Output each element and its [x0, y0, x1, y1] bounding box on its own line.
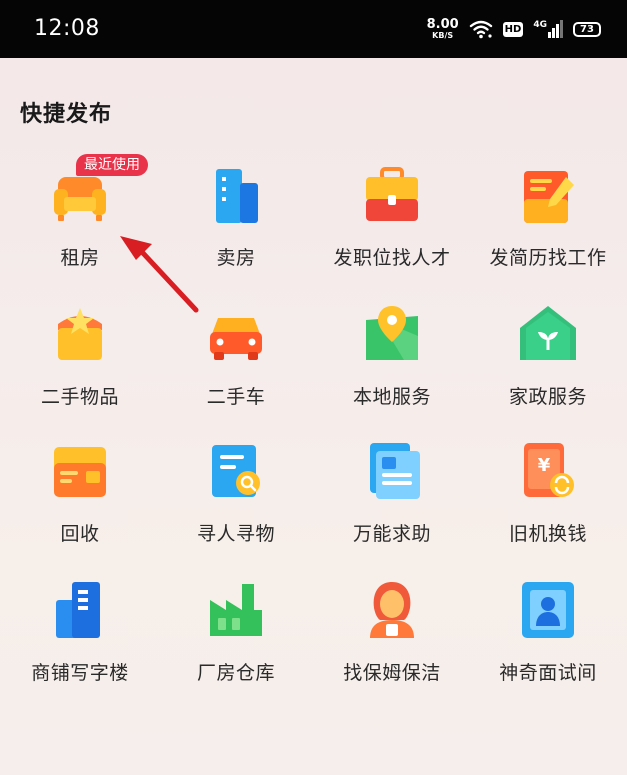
grid-item-label: 发职位找人才 [333, 247, 451, 269]
recent-use-badge: 最近使用 [76, 154, 148, 176]
net-speed: 8.00 KB/S [427, 18, 459, 40]
grid-item-label: 厂房仓库 [196, 662, 275, 684]
grid-item-housekeeping[interactable]: 家政服务 [470, 302, 626, 432]
battery-level: 73 [580, 23, 594, 35]
status-icons: 8.00 KB/S HD 4G 73 [427, 14, 601, 44]
grid-item-factory-warehouse[interactable]: 厂房仓库 [158, 578, 314, 708]
battery-icon: 73 [573, 21, 601, 37]
grid-item-sell-house[interactable]: 卖房 [158, 163, 314, 293]
house-plant-icon [520, 306, 576, 360]
grid-item-old-phone-cash[interactable]: ¥ 旧机换钱 [470, 439, 626, 569]
gift-box-icon [58, 308, 102, 360]
wifi-icon [469, 20, 492, 39]
grid-item-universal-help[interactable]: 万能求助 [314, 439, 470, 569]
grid-item-shops-offices[interactable]: 商铺写字楼 [2, 578, 158, 708]
grid-item-interview-room[interactable]: 神奇面试间 [470, 578, 626, 708]
net-speed-value: 8.00 [426, 17, 459, 32]
cellular-signal-icon: 4G [533, 20, 563, 38]
grid-item-rent[interactable]: 租房 [2, 163, 158, 293]
grid-item-label: 发简历找工作 [489, 247, 607, 269]
card-icon [54, 447, 106, 497]
section-title: 快捷发布 [20, 102, 113, 127]
grid-item-label: 租房 [60, 247, 100, 269]
quick-publish-panel: 快捷发布 租房 卖房 发职位找人才 发简历找工作 二手物品 二手车 本地服务 家… [0, 58, 627, 775]
car-icon [210, 318, 262, 360]
grid-item-label: 二手车 [206, 386, 266, 408]
grid-item-used-car[interactable]: 二手车 [158, 302, 314, 432]
grid-item-label: 神奇面试间 [499, 662, 597, 684]
grid-item-label: 卖房 [216, 247, 256, 269]
network-type: 4G [533, 20, 547, 30]
status-time: 12:08 [34, 16, 100, 41]
interview-badge-icon [522, 582, 574, 638]
grid-item-label: 回收 [60, 523, 100, 545]
hd-badge: HD [502, 21, 524, 37]
building-icon [216, 169, 258, 223]
grid-item-post-resume[interactable]: 发简历找工作 [470, 163, 626, 293]
resume-pen-icon [524, 171, 574, 223]
grid-item-label: 万能求助 [352, 523, 431, 545]
phone-exchange-icon: ¥ [524, 443, 574, 497]
map-pin-icon [366, 306, 418, 360]
status-bar: 12:08 8.00 KB/S HD 4G 73 [0, 0, 627, 58]
grid-item-second-hand[interactable]: 二手物品 [2, 302, 158, 432]
grid-item-label: 本地服务 [352, 386, 431, 408]
briefcase-icon [366, 167, 418, 221]
document-icon [370, 443, 420, 499]
search-document-icon [212, 445, 260, 497]
grid-item-nanny-cleaning[interactable]: 找保姆保洁 [314, 578, 470, 708]
grid-item-post-job[interactable]: 发职位找人才 [314, 163, 470, 293]
grid-item-label: 商铺写字楼 [31, 662, 129, 684]
office-tower-icon [56, 582, 100, 638]
grid-item-find-people[interactable]: 寻人寻物 [158, 439, 314, 569]
grid-item-label: 家政服务 [508, 386, 587, 408]
nanny-icon [370, 582, 414, 638]
grid-item-label: 二手物品 [40, 386, 119, 408]
net-speed-unit: KB/S [432, 31, 454, 40]
grid-item-local-service[interactable]: 本地服务 [314, 302, 470, 432]
grid-item-label: 找保姆保洁 [343, 662, 441, 684]
grid-item-label: 旧机换钱 [508, 523, 587, 545]
grid-item-label: 寻人寻物 [196, 523, 275, 545]
svg-text:¥: ¥ [538, 455, 551, 476]
factory-icon [210, 584, 262, 636]
grid-item-recycle[interactable]: 回收 [2, 439, 158, 569]
